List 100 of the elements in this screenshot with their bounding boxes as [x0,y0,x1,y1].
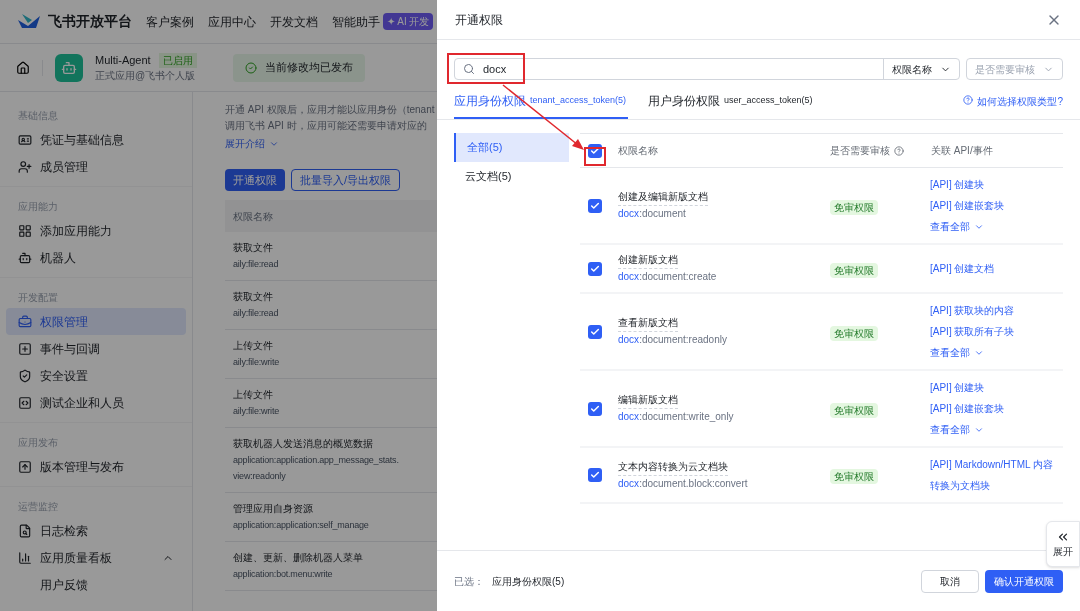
permission-name: 获取文件 [233,290,274,304]
checkbox[interactable] [588,261,602,276]
permission-name: 文本内容转换为云文档块 [618,458,728,476]
permission-name: 上传文件 [233,339,274,353]
sidebar-item[interactable]: 事件与回调 [6,335,186,362]
publish-notice: 当前修改均已发布 [232,53,365,82]
permission-name: 查看新版文档 [618,315,678,332]
review-free-tag: 免审权限 [830,469,878,484]
api-link[interactable]: [API] 创建块 [930,377,1055,398]
sidebar-item[interactable]: 凭证与基础信息 [6,126,186,153]
column-header: 是否需要审核 [830,144,890,158]
app-subtitle: 正式应用@飞书个人版 [95,69,197,84]
permission-scope: application:application:self_manage [233,519,370,532]
sidebar-item[interactable]: 日志检索 [6,517,186,544]
api-link[interactable]: [API] 获取所有子块 [930,321,1055,342]
grid-icon [18,223,32,238]
sidebar-item[interactable]: 测试企业和人员 [6,389,186,416]
nav-link[interactable]: 客户案例 [146,12,194,31]
sidebar-item[interactable]: 添加应用能力 [6,217,186,244]
permission-name-dropdown[interactable]: 权限名称 [883,59,959,79]
intro-text: 开通 API 权限后，应用才能以应用身份（tenant [225,103,436,117]
user-plus-icon [18,159,32,174]
briefcase-icon [18,314,32,329]
view-all-link[interactable]: 查看全部 [930,419,1055,440]
logo-icon [18,13,40,30]
cancel-button[interactable]: 取消 [921,569,979,593]
checkbox-highlight-frame [584,147,606,166]
api-link[interactable]: [API] 创建文档 [930,258,1055,279]
permission-scope: docx:document:readonly [618,333,728,347]
api-link[interactable]: [API] 创建嵌套块 [930,398,1055,419]
permission-scope: view:readonly [233,470,287,483]
permission-name: 获取机器人发送消息的概览数据 [233,437,374,451]
checkbox[interactable] [588,324,602,339]
tab[interactable]: 用户身份权限 user_access_token(5) [648,92,815,119]
checkbox[interactable] [588,468,602,482]
permission-scope: docx:document:write_only [618,410,735,424]
intro-text: 调用飞书 API 时，应用可能还需要申请对应的 [225,119,428,133]
file-search-icon [18,523,32,538]
api-link[interactable]: [API] 创建块 [930,174,1055,195]
sidebar-item[interactable]: 应用质量看板 [6,544,186,571]
api-link[interactable]: [API] Markdown/HTML 内容转换为文档块 [930,454,1055,496]
permission-scope: aily:file:write [233,405,280,418]
api-link[interactable]: [API] 创建嵌套块 [930,195,1055,216]
confirm-button[interactable]: 确认开通权限 [985,569,1063,593]
check-icon [590,200,600,211]
checkbox[interactable] [588,401,602,416]
sidebar-item[interactable]: 安全设置 [6,362,186,389]
column-header: 权限名称 [618,144,659,158]
sidebar-item[interactable]: 用户反馈 [6,571,186,598]
batch-import-button[interactable]: 批量导入/导出权限 [291,169,401,191]
app-name: Multi-Agent [95,52,151,68]
permission-scope: docx:document.block:convert [618,476,749,491]
column-header: 关联 API/事件 [931,144,993,158]
code-icon [18,395,32,410]
open-permission-button[interactable]: 开通权限 [225,169,285,191]
permission-scope: application:application.app_message_stats. [233,454,400,467]
review-free-tag: 免审权限 [830,199,878,215]
checkbox[interactable] [588,198,602,213]
sidebar-item[interactable]: 成员管理 [6,153,186,180]
permission-name: 上传文件 [233,388,274,402]
nav-link[interactable]: 应用中心 [208,12,256,31]
expand-link[interactable]: 展开介绍 [225,136,265,151]
api-link[interactable]: [API] 获取块的内容 [930,300,1055,321]
category-item[interactable]: 云文档(5) [454,162,569,191]
permission-scope: docx:document [618,207,687,221]
permission-scope: aily:file:write [233,356,280,369]
sidebar-item[interactable]: 版本管理与发布 [6,453,186,480]
view-all-link[interactable]: 查看全部 [930,342,1055,363]
permission-name: 获取文件 [233,241,274,255]
status-tag: 已启用 [158,52,197,68]
search-field[interactable]: docx 权限名称 [454,58,960,80]
check-icon [590,470,600,480]
square-plus-icon [18,341,32,356]
check-icon [590,403,600,414]
check-circle-icon [244,61,257,74]
upload-icon [18,459,32,474]
selected-value: 应用身份权限(5) [492,574,565,589]
tab[interactable]: 应用身份权限 tenant_access_token(5) [454,92,629,119]
help-link[interactable]: 如何选择权限类型? [977,94,1063,109]
view-all-link[interactable]: 查看全部 [930,216,1055,237]
permission-name: 创建新版文档 [618,252,678,269]
nav-link[interactable]: 智能助手 [332,12,380,31]
selected-label: 已选： [454,574,484,589]
table-header: 权限名称 [225,200,437,232]
category-item[interactable]: 全部(5) [454,133,569,162]
sidebar-item[interactable]: 机器人 [6,244,186,271]
review-free-tag: 免审权限 [830,325,878,341]
bar-chart-icon [18,550,32,565]
permission-name: 创建及编辑新版文档 [618,189,708,206]
permission-name: 创建、更新、删除机器人菜单 [233,551,364,565]
permission-name: 编辑新版文档 [618,392,678,409]
app-avatar [55,53,83,82]
home-icon[interactable] [16,60,30,75]
review-free-tag: 免审权限 [830,262,878,278]
search-icon [463,63,475,75]
check-icon [590,326,600,337]
permission-scope: docx:document:create [618,270,718,284]
expand-side-button[interactable]: 展开 [1046,521,1080,567]
brand-name: 飞书开放平台 [48,12,132,31]
nav-link[interactable]: 开发文档 [270,12,318,31]
